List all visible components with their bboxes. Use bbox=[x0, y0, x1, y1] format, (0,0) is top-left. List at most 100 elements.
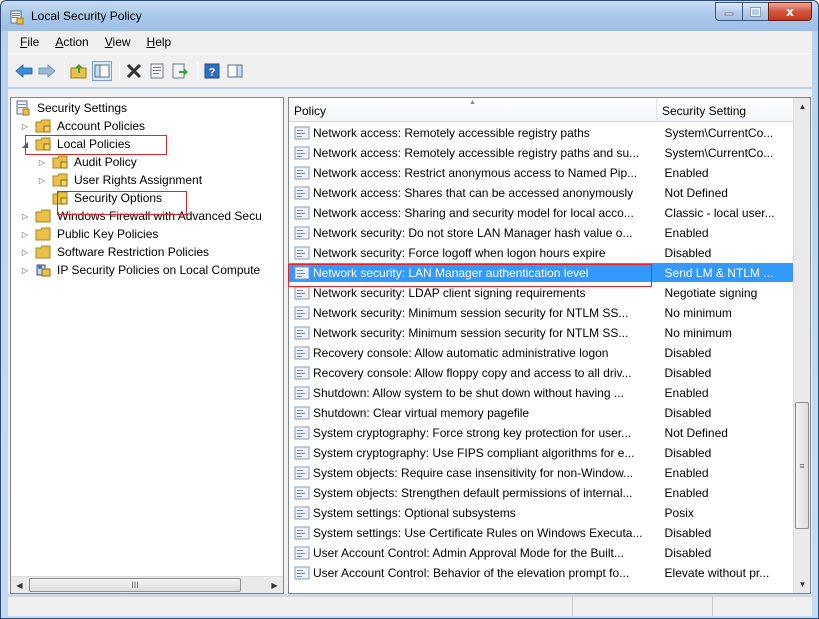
security-setting-value: Disabled bbox=[664, 245, 712, 260]
policy-row[interactable]: Network security: LDAP client signing re… bbox=[289, 283, 794, 302]
tree-root[interactable]: Security Settings bbox=[15, 99, 129, 117]
folder-icon bbox=[35, 245, 51, 259]
security-setting-value: Elevate without pr... bbox=[664, 565, 770, 580]
tree-item-ip-security-policies[interactable]: ▷ IP Security Policies on Local Compute bbox=[19, 261, 262, 279]
policy-row[interactable]: System cryptography: Force strong key pr… bbox=[289, 423, 794, 442]
policy-row[interactable]: Network access: Remotely accessible regi… bbox=[289, 123, 794, 142]
help-icon: ? bbox=[204, 63, 220, 78]
export-list-button[interactable] bbox=[170, 61, 190, 81]
menu-view-mnemonic: V bbox=[104, 35, 113, 49]
policy-row-selected[interactable]: Network security: LAN Manager authentica… bbox=[289, 263, 794, 282]
scroll-grip: III bbox=[131, 580, 139, 590]
policy-icon bbox=[294, 346, 310, 359]
security-setting-value: Send LM & NTLM ... bbox=[664, 265, 774, 280]
policy-icon bbox=[294, 446, 310, 459]
up-level-button[interactable] bbox=[69, 61, 89, 81]
policy-row[interactable]: System objects: Require case insensitivi… bbox=[289, 463, 794, 482]
security-setting-value: Disabled bbox=[664, 445, 712, 460]
policy-row[interactable]: Shutdown: Allow system to be shut down w… bbox=[289, 383, 794, 402]
policy-row[interactable]: Recovery console: Allow automatic admini… bbox=[289, 343, 794, 362]
title-bar[interactable]: Local Security Policy x bbox=[1, 1, 818, 31]
tree-pane[interactable]: Security Settings ▷ Account Policies ◢ L… bbox=[10, 97, 284, 594]
policy-row[interactable]: User Account Control: Admin Approval Mod… bbox=[289, 543, 794, 562]
toolbar-separator bbox=[197, 61, 198, 80]
close-button[interactable]: x bbox=[768, 2, 812, 21]
menu-help[interactable]: Help bbox=[139, 35, 180, 49]
policy-row[interactable]: Network security: Force logoff when logo… bbox=[289, 243, 794, 262]
show-action-pane-icon bbox=[227, 64, 243, 77]
policy-list-pane[interactable]: ▲ Policy Security Setting Network access… bbox=[288, 97, 811, 594]
policy-row[interactable]: Network access: Restrict anonymous acces… bbox=[289, 163, 794, 182]
policy-row[interactable]: Network security: Minimum session securi… bbox=[289, 323, 794, 342]
scroll-right-icon[interactable]: ▶ bbox=[266, 577, 283, 593]
scroll-thumb[interactable]: III bbox=[29, 578, 241, 592]
menu-file[interactable]: File bbox=[12, 35, 47, 49]
policy-row[interactable]: Network security: Do not store LAN Manag… bbox=[289, 223, 794, 242]
security-settings-icon bbox=[16, 100, 30, 116]
policy-row[interactable]: System settings: Optional subsystems Posi… bbox=[289, 503, 794, 522]
tree-item-windows-firewall[interactable]: ▷ Windows Firewall with Advanced Secu bbox=[19, 207, 264, 225]
list-vertical-scrollbar[interactable]: ▲ ≡ ▼ bbox=[793, 98, 810, 593]
column-header-policy[interactable]: ▲ Policy bbox=[289, 98, 657, 122]
scroll-up-icon[interactable]: ▲ bbox=[794, 98, 810, 115]
tree-item-software-restriction-policies[interactable]: ▷ Software Restriction Policies bbox=[19, 243, 211, 261]
policy-row[interactable]: Network access: Shares that can be acces… bbox=[289, 183, 794, 202]
security-setting-value: Enabled bbox=[664, 465, 709, 480]
show-hide-tree-button[interactable] bbox=[92, 60, 112, 81]
policy-icon bbox=[294, 146, 310, 159]
tree-item-account-policies[interactable]: ▷ Account Policies bbox=[19, 117, 147, 135]
policy-row[interactable]: Recovery console: Allow floppy copy and … bbox=[289, 363, 794, 382]
tree-horizontal-scrollbar[interactable]: ◀ III ▶ bbox=[11, 576, 283, 593]
expand-arrow-icon[interactable]: ▷ bbox=[36, 156, 48, 168]
policy-row[interactable]: System cryptography: Use FIPS compliant … bbox=[289, 443, 794, 462]
scroll-down-icon[interactable]: ▼ bbox=[794, 576, 810, 593]
policy-row[interactable]: Shutdown: Clear virtual memory pagefile D… bbox=[289, 403, 794, 422]
content-area: Security Settings ▷ Account Policies ◢ L… bbox=[8, 89, 812, 594]
show-action-pane-button[interactable] bbox=[225, 61, 245, 81]
tree-root-label: Security Settings bbox=[37, 101, 128, 115]
delete-button[interactable] bbox=[124, 61, 144, 81]
tree-item-user-rights-assignment[interactable]: ▷ User Rights Assignment bbox=[36, 171, 204, 189]
forward-button[interactable] bbox=[37, 61, 57, 81]
scroll-left-icon[interactable]: ◀ bbox=[11, 577, 28, 593]
column-header-security-setting[interactable]: Security Setting bbox=[657, 98, 794, 122]
maximize-button[interactable] bbox=[742, 2, 768, 21]
properties-button[interactable] bbox=[147, 61, 167, 81]
policy-row[interactable]: Network access: Remotely accessible regi… bbox=[289, 143, 794, 162]
security-setting-value: Classic - local user... bbox=[664, 205, 775, 220]
collapse-arrow-icon[interactable]: ◢ bbox=[19, 138, 31, 150]
policy-row[interactable]: System settings: Use Certificate Rules o… bbox=[289, 523, 794, 542]
minimize-button[interactable] bbox=[715, 2, 742, 21]
menu-action[interactable]: Action bbox=[47, 35, 96, 49]
policy-row[interactable]: Network security: Minimum session securi… bbox=[289, 303, 794, 322]
up-folder-icon bbox=[70, 63, 87, 78]
menu-view[interactable]: View bbox=[97, 35, 139, 49]
tree-item-security-options[interactable]: Security Options bbox=[52, 189, 164, 207]
tree-item-label: Account Policies bbox=[57, 119, 146, 133]
scroll-thumb[interactable]: ≡ bbox=[795, 402, 809, 529]
policy-row[interactable]: System objects: Strengthen default permi… bbox=[289, 483, 794, 502]
expand-arrow-icon[interactable]: ▷ bbox=[19, 210, 31, 222]
expand-arrow-icon[interactable]: ▷ bbox=[36, 174, 48, 186]
tree-item-audit-policy[interactable]: ▷ Audit Policy bbox=[36, 153, 139, 171]
help-button[interactable]: ? bbox=[202, 61, 222, 81]
security-folder-icon bbox=[35, 137, 51, 151]
expand-arrow-icon[interactable]: ▷ bbox=[19, 246, 31, 258]
menu-help-mnemonic: H bbox=[146, 35, 156, 49]
status-cell bbox=[8, 597, 573, 616]
toolbar-separator bbox=[119, 61, 120, 80]
tree-item-local-policies[interactable]: ◢ Local Policies bbox=[19, 135, 132, 153]
tree-item-public-key-policies[interactable]: ▷ Public Key Policies bbox=[19, 225, 160, 243]
policy-row[interactable]: Network access: Sharing and security mod… bbox=[289, 203, 794, 222]
policy-icon bbox=[294, 226, 310, 239]
expand-arrow-icon[interactable]: ▷ bbox=[19, 120, 31, 132]
forward-arrow-icon bbox=[38, 63, 56, 78]
expand-arrow-icon[interactable]: ▷ bbox=[19, 228, 31, 240]
svg-text:?: ? bbox=[209, 66, 216, 78]
policy-name: Network access: Sharing and security mod… bbox=[313, 205, 634, 220]
expand-arrow-icon[interactable]: ▷ bbox=[19, 264, 31, 276]
sort-ascending-icon: ▲ bbox=[469, 99, 476, 106]
policy-row[interactable]: User Account Control: Behavior of the el… bbox=[289, 563, 794, 582]
back-button[interactable] bbox=[14, 61, 34, 81]
ip-security-icon bbox=[36, 264, 51, 277]
